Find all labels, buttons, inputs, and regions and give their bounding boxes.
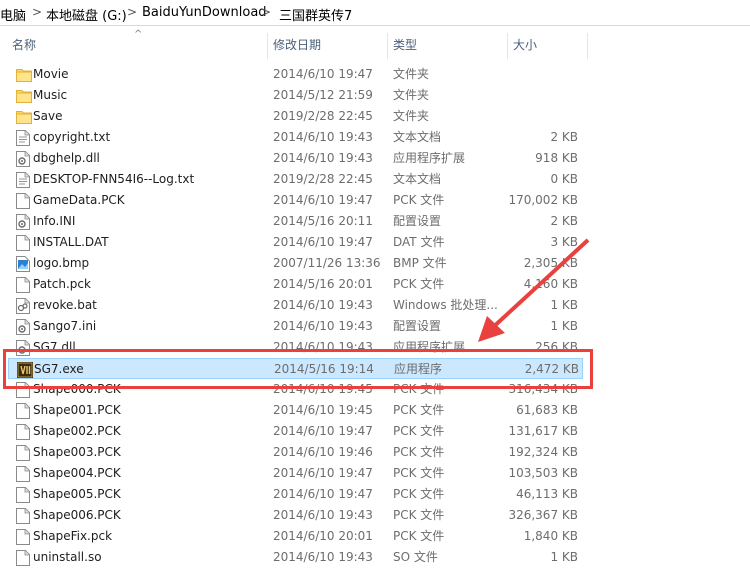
annotation-arrow (478, 238, 590, 342)
